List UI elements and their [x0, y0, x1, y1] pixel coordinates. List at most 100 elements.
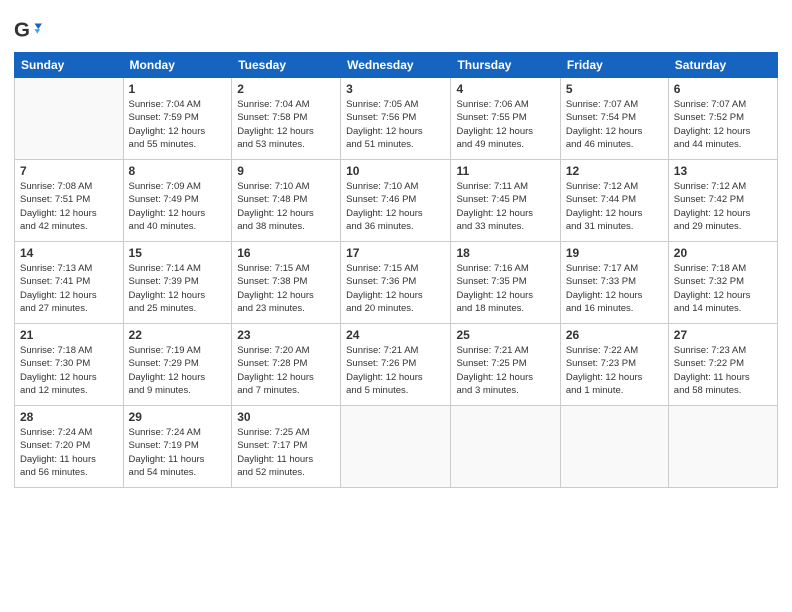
- day-info: Sunrise: 7:17 AM Sunset: 7:33 PM Dayligh…: [566, 262, 663, 315]
- day-number: 11: [456, 164, 554, 178]
- logo-icon: G: [14, 16, 42, 44]
- day-info: Sunrise: 7:06 AM Sunset: 7:55 PM Dayligh…: [456, 98, 554, 151]
- day-number: 20: [674, 246, 772, 260]
- calendar-cell: 17 Sunrise: 7:15 AM Sunset: 7:36 PM Dayli…: [341, 242, 451, 324]
- svg-text:G: G: [14, 19, 30, 42]
- logo: G: [14, 16, 44, 44]
- day-number: 5: [566, 82, 663, 96]
- day-number: 17: [346, 246, 445, 260]
- day-info: Sunrise: 7:10 AM Sunset: 7:48 PM Dayligh…: [237, 180, 335, 233]
- day-info: Sunrise: 7:08 AM Sunset: 7:51 PM Dayligh…: [20, 180, 118, 233]
- day-info: Sunrise: 7:18 AM Sunset: 7:30 PM Dayligh…: [20, 344, 118, 397]
- calendar-table: SundayMondayTuesdayWednesdayThursdayFrid…: [14, 52, 778, 488]
- calendar-cell: 7 Sunrise: 7:08 AM Sunset: 7:51 PM Daylig…: [15, 160, 124, 242]
- day-info: Sunrise: 7:15 AM Sunset: 7:38 PM Dayligh…: [237, 262, 335, 315]
- day-number: 26: [566, 328, 663, 342]
- calendar-cell: 2 Sunrise: 7:04 AM Sunset: 7:58 PM Daylig…: [232, 78, 341, 160]
- header-monday: Monday: [123, 53, 232, 78]
- header-sunday: Sunday: [15, 53, 124, 78]
- calendar-cell: 4 Sunrise: 7:06 AM Sunset: 7:55 PM Daylig…: [451, 78, 560, 160]
- day-info: Sunrise: 7:04 AM Sunset: 7:59 PM Dayligh…: [129, 98, 227, 151]
- day-number: 3: [346, 82, 445, 96]
- calendar-cell: [15, 78, 124, 160]
- day-info: Sunrise: 7:18 AM Sunset: 7:32 PM Dayligh…: [674, 262, 772, 315]
- day-number: 16: [237, 246, 335, 260]
- calendar-cell: 22Sunrise: 7:19 AM Sunset: 7:29 PM Dayli…: [123, 324, 232, 406]
- day-info: Sunrise: 7:05 AM Sunset: 7:56 PM Dayligh…: [346, 98, 445, 151]
- calendar-cell: 15Sunrise: 7:14 AM Sunset: 7:39 PM Dayli…: [123, 242, 232, 324]
- day-number: 2: [237, 82, 335, 96]
- day-info: Sunrise: 7:07 AM Sunset: 7:54 PM Dayligh…: [566, 98, 663, 151]
- header-thursday: Thursday: [451, 53, 560, 78]
- day-number: 1: [129, 82, 227, 96]
- week-row-3: 14 Sunrise: 7:13 AM Sunset: 7:41 PM Dayli…: [15, 242, 778, 324]
- week-row-2: 7 Sunrise: 7:08 AM Sunset: 7:51 PM Daylig…: [15, 160, 778, 242]
- day-number: 28: [20, 410, 118, 424]
- calendar-cell: 12 Sunrise: 7:12 AM Sunset: 7:44 PM Dayli…: [560, 160, 668, 242]
- day-info: Sunrise: 7:04 AM Sunset: 7:58 PM Dayligh…: [237, 98, 335, 151]
- calendar-cell: 13 Sunrise: 7:12 AM Sunset: 7:42 PM Dayli…: [668, 160, 777, 242]
- day-number: 29: [129, 410, 227, 424]
- calendar-cell: 1 Sunrise: 7:04 AM Sunset: 7:59 PM Daylig…: [123, 78, 232, 160]
- day-number: 14: [20, 246, 118, 260]
- calendar-cell: [560, 406, 668, 488]
- calendar-cell: [341, 406, 451, 488]
- header-tuesday: Tuesday: [232, 53, 341, 78]
- day-info: Sunrise: 7:21 AM Sunset: 7:25 PM Dayligh…: [456, 344, 554, 397]
- day-number: 9: [237, 164, 335, 178]
- calendar-cell: [451, 406, 560, 488]
- calendar-cell: [668, 406, 777, 488]
- day-number: 27: [674, 328, 772, 342]
- calendar-cell: 26Sunrise: 7:22 AM Sunset: 7:23 PM Dayli…: [560, 324, 668, 406]
- calendar-cell: 11 Sunrise: 7:11 AM Sunset: 7:45 PM Dayli…: [451, 160, 560, 242]
- week-row-5: 28Sunrise: 7:24 AM Sunset: 7:20 PM Dayli…: [15, 406, 778, 488]
- days-header-row: SundayMondayTuesdayWednesdayThursdayFrid…: [15, 53, 778, 78]
- calendar-cell: 28Sunrise: 7:24 AM Sunset: 7:20 PM Dayli…: [15, 406, 124, 488]
- day-info: Sunrise: 7:13 AM Sunset: 7:41 PM Dayligh…: [20, 262, 118, 315]
- day-number: 18: [456, 246, 554, 260]
- day-info: Sunrise: 7:12 AM Sunset: 7:44 PM Dayligh…: [566, 180, 663, 233]
- day-info: Sunrise: 7:15 AM Sunset: 7:36 PM Dayligh…: [346, 262, 445, 315]
- calendar-cell: 16 Sunrise: 7:15 AM Sunset: 7:38 PM Dayli…: [232, 242, 341, 324]
- calendar-cell: 6 Sunrise: 7:07 AM Sunset: 7:52 PM Daylig…: [668, 78, 777, 160]
- day-number: 25: [456, 328, 554, 342]
- day-number: 13: [674, 164, 772, 178]
- day-number: 24: [346, 328, 445, 342]
- calendar-cell: 5 Sunrise: 7:07 AM Sunset: 7:54 PM Daylig…: [560, 78, 668, 160]
- day-info: Sunrise: 7:12 AM Sunset: 7:42 PM Dayligh…: [674, 180, 772, 233]
- header-wednesday: Wednesday: [341, 53, 451, 78]
- day-info: Sunrise: 7:10 AM Sunset: 7:46 PM Dayligh…: [346, 180, 445, 233]
- calendar-cell: 19 Sunrise: 7:17 AM Sunset: 7:33 PM Dayli…: [560, 242, 668, 324]
- day-info: Sunrise: 7:19 AM Sunset: 7:29 PM Dayligh…: [129, 344, 227, 397]
- calendar-cell: 20 Sunrise: 7:18 AM Sunset: 7:32 PM Dayli…: [668, 242, 777, 324]
- day-number: 23: [237, 328, 335, 342]
- calendar-cell: 14 Sunrise: 7:13 AM Sunset: 7:41 PM Dayli…: [15, 242, 124, 324]
- calendar-cell: 8 Sunrise: 7:09 AM Sunset: 7:49 PM Daylig…: [123, 160, 232, 242]
- day-info: Sunrise: 7:25 AM Sunset: 7:17 PM Dayligh…: [237, 426, 335, 479]
- day-info: Sunrise: 7:11 AM Sunset: 7:45 PM Dayligh…: [456, 180, 554, 233]
- day-number: 12: [566, 164, 663, 178]
- calendar-cell: 30Sunrise: 7:25 AM Sunset: 7:17 PM Dayli…: [232, 406, 341, 488]
- day-number: 4: [456, 82, 554, 96]
- calendar-cell: 9 Sunrise: 7:10 AM Sunset: 7:48 PM Daylig…: [232, 160, 341, 242]
- day-info: Sunrise: 7:20 AM Sunset: 7:28 PM Dayligh…: [237, 344, 335, 397]
- day-number: 6: [674, 82, 772, 96]
- calendar-cell: 27Sunrise: 7:23 AM Sunset: 7:22 PM Dayli…: [668, 324, 777, 406]
- calendar-cell: 24Sunrise: 7:21 AM Sunset: 7:26 PM Dayli…: [341, 324, 451, 406]
- calendar-cell: 10Sunrise: 7:10 AM Sunset: 7:46 PM Dayli…: [341, 160, 451, 242]
- calendar-cell: 21Sunrise: 7:18 AM Sunset: 7:30 PM Dayli…: [15, 324, 124, 406]
- week-row-4: 21Sunrise: 7:18 AM Sunset: 7:30 PM Dayli…: [15, 324, 778, 406]
- day-number: 8: [129, 164, 227, 178]
- day-number: 19: [566, 246, 663, 260]
- day-info: Sunrise: 7:07 AM Sunset: 7:52 PM Dayligh…: [674, 98, 772, 151]
- week-row-1: 1 Sunrise: 7:04 AM Sunset: 7:59 PM Daylig…: [15, 78, 778, 160]
- day-info: Sunrise: 7:16 AM Sunset: 7:35 PM Dayligh…: [456, 262, 554, 315]
- page-header: G: [14, 12, 778, 44]
- day-number: 15: [129, 246, 227, 260]
- calendar-cell: 3 Sunrise: 7:05 AM Sunset: 7:56 PM Daylig…: [341, 78, 451, 160]
- calendar-cell: 25 Sunrise: 7:21 AM Sunset: 7:25 PM Dayli…: [451, 324, 560, 406]
- calendar-cell: 18 Sunrise: 7:16 AM Sunset: 7:35 PM Dayli…: [451, 242, 560, 324]
- day-number: 7: [20, 164, 118, 178]
- calendar-cell: 29Sunrise: 7:24 AM Sunset: 7:19 PM Dayli…: [123, 406, 232, 488]
- day-info: Sunrise: 7:09 AM Sunset: 7:49 PM Dayligh…: [129, 180, 227, 233]
